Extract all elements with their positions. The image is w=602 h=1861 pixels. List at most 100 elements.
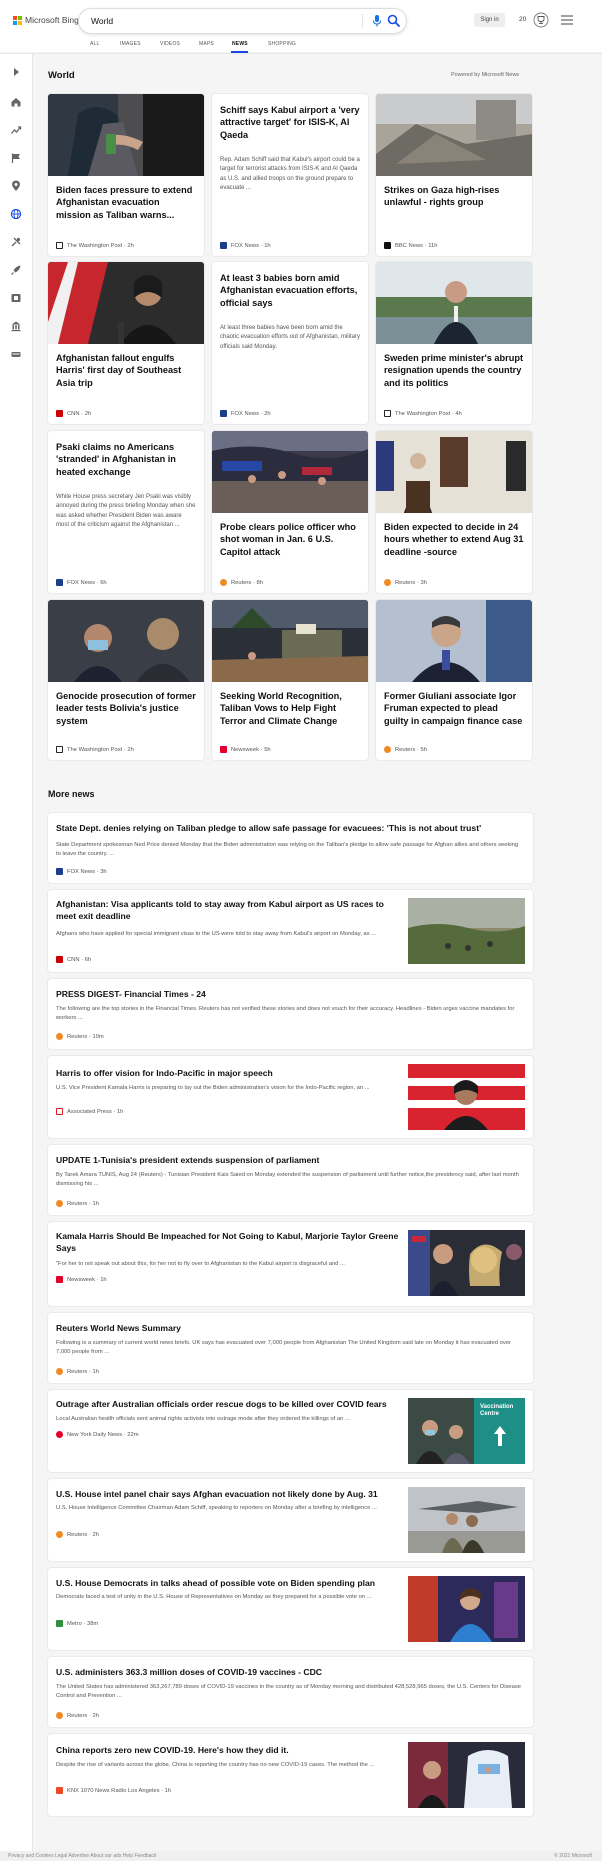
film-icon[interactable] (10, 292, 22, 304)
item-headline[interactable]: Outrage after Australian officials order… (56, 1399, 401, 1411)
sign-in-button[interactable]: Sign in (474, 13, 505, 27)
item-headline[interactable]: Kamala Harris Should Be Impeached for No… (56, 1231, 401, 1254)
location-pin-icon[interactable] (10, 180, 22, 192)
card-source: The Washington Post · 2h (56, 242, 134, 249)
more-news-item[interactable]: U.S. House Democrats in talks ahead of p… (48, 1568, 533, 1650)
tab-images[interactable]: IMAGES (120, 41, 141, 47)
bbc-news-logo-icon (384, 242, 391, 249)
item-headline[interactable]: Afghanistan: Visa applicants told to sta… (56, 899, 401, 922)
item-headline[interactable]: PRESS DIGEST- Financial Times - 24 (56, 989, 526, 1001)
newsweek-logo-icon (220, 746, 227, 753)
card-headline[interactable]: Sweden prime minister's abrupt resignati… (384, 352, 524, 389)
washington-post-logo-icon (56, 746, 63, 753)
thumbnail-sign-text: Vaccination Centre (480, 1404, 514, 1417)
news-card[interactable]: Former Giuliani associate Igor Fruman ex… (376, 600, 532, 760)
item-headline[interactable]: China reports zero new COVID-19. Here's … (56, 1745, 401, 1757)
microphone-icon[interactable] (370, 13, 384, 29)
section-title-more-news: More news (48, 789, 95, 799)
more-news-item[interactable]: State Dept. denies relying on Taliban pl… (48, 813, 533, 883)
more-news-item[interactable]: PRESS DIGEST- Financial Times - 24 The f… (48, 979, 533, 1049)
source-time: 2h (127, 746, 134, 753)
item-source: Reuters · 1h (56, 1368, 99, 1375)
flag-icon[interactable] (10, 152, 22, 164)
home-icon[interactable] (10, 96, 22, 108)
source-name: New York Daily News (67, 1431, 123, 1438)
car-icon[interactable] (10, 348, 22, 360)
card-headline[interactable]: Psaki claims no Americans 'stranded' in … (56, 441, 196, 478)
item-headline[interactable]: U.S. House intel panel chair says Afghan… (56, 1489, 401, 1501)
news-card[interactable]: Strikes on Gaza high-rises unlawful - ri… (376, 94, 532, 256)
tab-videos[interactable]: VIDEOS (160, 41, 180, 47)
trending-icon[interactable] (10, 124, 22, 136)
item-headline[interactable]: State Dept. denies relying on Taliban pl… (56, 823, 526, 835)
news-card[interactable]: Schiff says Kabul airport a 'very attrac… (212, 94, 368, 256)
source-name: Reuters (67, 1368, 88, 1375)
bing-logo[interactable]: Microsoft Bing (13, 15, 79, 25)
card-headline[interactable]: Biden expected to decide in 24 hours whe… (384, 521, 524, 558)
item-headline[interactable]: Harris to offer vision for Indo-Pacific … (56, 1068, 401, 1080)
news-card[interactable]: Afghanistan fallout engulfs Harris' firs… (48, 262, 204, 424)
source-name: The Washington Post (395, 410, 451, 417)
item-headline[interactable]: Reuters World News Summary (56, 1323, 526, 1335)
building-icon[interactable] (10, 320, 22, 332)
item-source: Reuters · 1h (56, 1200, 99, 1207)
item-headline[interactable]: UPDATE 1-Tunisia's president extends sus… (56, 1155, 526, 1167)
card-headline[interactable]: At least 3 babies born amid Afghanistan … (220, 272, 360, 309)
tab-shopping[interactable]: SHOPPING (268, 41, 296, 47)
more-news-item[interactable]: Kamala Harris Should Be Impeached for No… (48, 1222, 533, 1306)
more-news-item[interactable]: China reports zero new COVID-19. Here's … (48, 1734, 533, 1816)
reuters-logo-icon (384, 746, 391, 753)
news-thumbnail (408, 1742, 525, 1808)
item-headline[interactable]: U.S. administers 363.3 million doses of … (56, 1667, 526, 1679)
card-headline[interactable]: Schiff says Kabul airport a 'very attrac… (220, 104, 360, 141)
globe-icon[interactable] (10, 208, 22, 220)
news-card[interactable]: Psaki claims no Americans 'stranded' in … (48, 431, 204, 593)
more-news-item[interactable]: Outrage after Australian officials order… (48, 1390, 533, 1472)
card-headline[interactable]: Afghanistan fallout engulfs Harris' firs… (56, 352, 196, 389)
card-headline[interactable]: Biden faces pressure to extend Afghanist… (56, 184, 196, 221)
source-name: CNN (67, 956, 80, 963)
card-source: FOX News · 1h (220, 242, 271, 249)
more-news-item[interactable]: Harris to offer vision for Indo-Pacific … (48, 1056, 533, 1138)
more-news-item[interactable]: Afghanistan: Visa applicants told to sta… (48, 890, 533, 972)
news-card[interactable]: Probe clears police officer who shot wom… (212, 431, 368, 593)
news-card[interactable]: Sweden prime minister's abrupt resignati… (376, 262, 532, 424)
news-card[interactable]: Biden expected to decide in 24 hours whe… (376, 431, 532, 593)
card-headline[interactable]: Probe clears police officer who shot wom… (220, 521, 360, 558)
news-card[interactable]: Biden faces pressure to extend Afghanist… (48, 94, 204, 256)
footer-links[interactable]: Privacy and Cookies Legal Advertise Abou… (8, 1853, 156, 1859)
news-card[interactable]: Genocide prosecution of former leader te… (48, 600, 204, 760)
news-photo (48, 600, 204, 682)
more-news-item[interactable]: U.S. administers 363.3 million doses of … (48, 1657, 533, 1727)
item-source: Newsweek · 1h (56, 1276, 107, 1283)
item-snippet: The United States has administered 363,2… (56, 1684, 521, 1700)
tab-all[interactable]: ALL (90, 41, 100, 47)
rocket-icon[interactable] (10, 264, 22, 276)
card-headline[interactable]: Genocide prosecution of former leader te… (56, 690, 196, 727)
chevron-right-icon[interactable] (10, 66, 22, 78)
news-card[interactable]: At least 3 babies born amid Afghanistan … (212, 262, 368, 424)
source-name: CNN (67, 410, 80, 417)
item-headline[interactable]: U.S. House Democrats in talks ahead of p… (56, 1578, 401, 1590)
new-york-daily-news-logo-icon (56, 1431, 63, 1438)
card-headline[interactable]: Strikes on Gaza high-rises unlawful - ri… (384, 184, 524, 209)
tab-news[interactable]: NEWS (232, 41, 248, 47)
card-headline[interactable]: Former Giuliani associate Igor Fruman ex… (384, 690, 524, 727)
science-icon[interactable] (10, 236, 22, 248)
item-snippet: U.S. House Intelligence Committee Chairm… (56, 1505, 377, 1511)
source-time: 6h (84, 956, 92, 963)
card-headline[interactable]: Seeking World Recognition, Taliban Vows … (220, 690, 360, 727)
search-icon[interactable] (386, 13, 402, 29)
more-news-item[interactable]: Reuters World News Summary Following is … (48, 1313, 533, 1383)
more-news-item[interactable]: UPDATE 1-Tunisia's president extends sus… (48, 1145, 533, 1215)
more-news-item[interactable]: U.S. House intel panel chair says Afghan… (48, 1479, 533, 1561)
tab-maps[interactable]: MAPS (199, 41, 214, 47)
cnn-logo-icon (56, 956, 63, 963)
metro-logo-icon (56, 1620, 63, 1627)
rewards-trophy-icon[interactable] (533, 12, 549, 28)
search-input[interactable] (91, 14, 341, 28)
newsweek-logo-icon (56, 1276, 63, 1283)
knx-1070-logo-icon (56, 1787, 63, 1794)
hamburger-menu-icon[interactable] (561, 15, 573, 25)
news-card[interactable]: Seeking World Recognition, Taliban Vows … (212, 600, 368, 760)
